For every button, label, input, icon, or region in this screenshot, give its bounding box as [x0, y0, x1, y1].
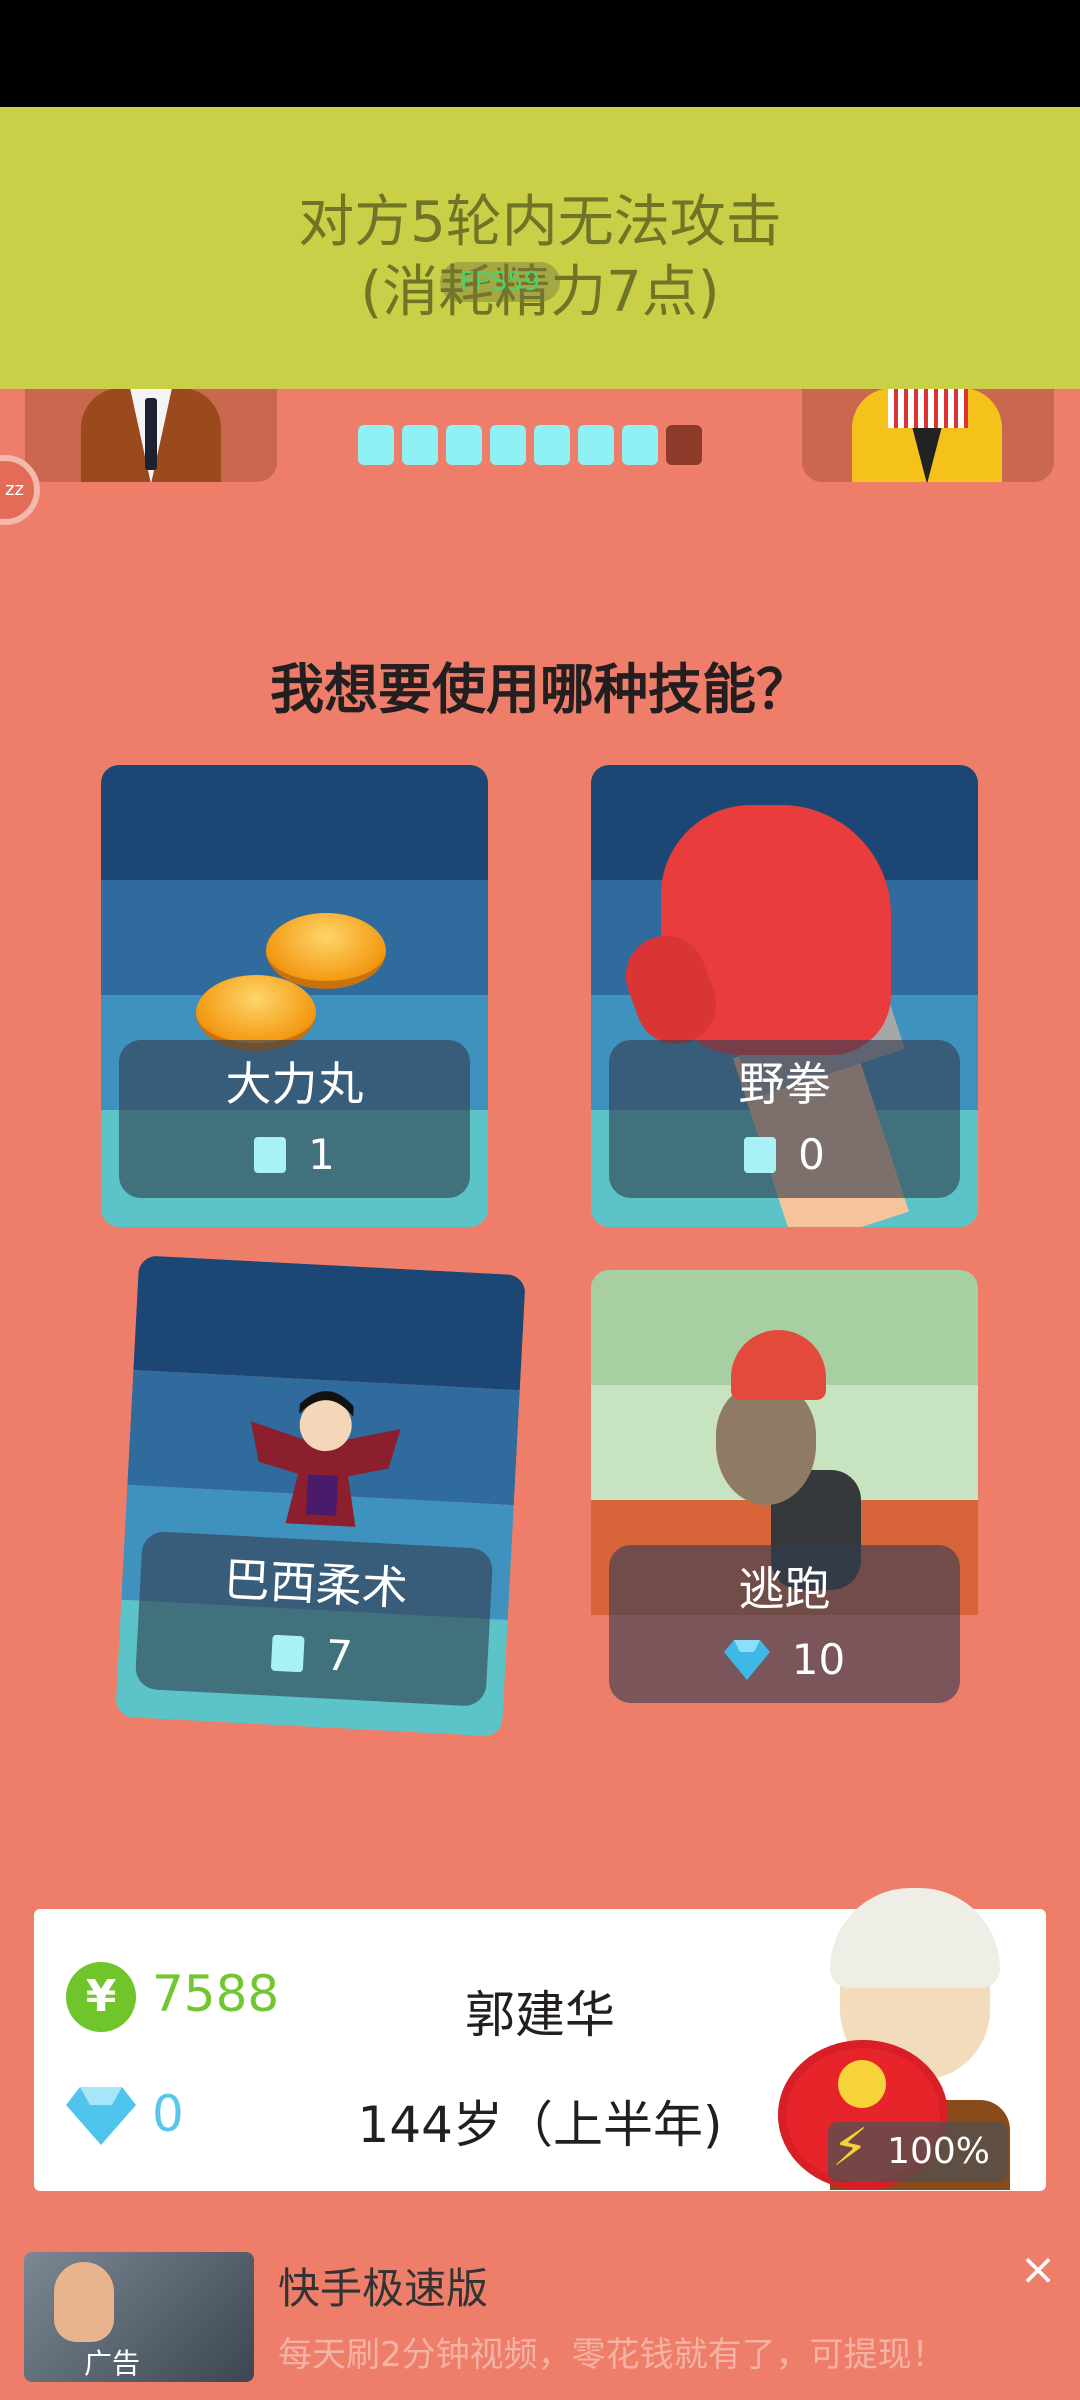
- skill-card-yequan[interactable]: 野拳 0: [591, 765, 978, 1227]
- coin-icon: ¥: [66, 1962, 136, 2032]
- round-pip: [490, 425, 526, 465]
- banner-text-line1: 对方5轮内无法攻击: [298, 190, 782, 255]
- diamond-icon: [723, 1639, 770, 1680]
- skill-name: 巴西柔术: [222, 1552, 410, 1616]
- square-icon: [744, 1136, 777, 1173]
- opponent-portrait-right: [802, 388, 1054, 482]
- skill-cost: 1: [308, 1130, 335, 1179]
- player-age: 144岁（上半年): [357, 2096, 723, 2154]
- fighter-icon: [250, 1391, 401, 1527]
- skill-name: 大力丸: [225, 1057, 364, 1111]
- round-pip: [446, 425, 482, 465]
- player-name: 郭建华: [465, 1986, 615, 2044]
- coins-value: 7588: [152, 1965, 280, 2023]
- skill-cost: 10: [791, 1635, 846, 1684]
- round-pip: [358, 425, 394, 465]
- player-avatar-hair: [830, 1888, 1000, 1988]
- round-pip: [578, 425, 614, 465]
- round-pip: [402, 425, 438, 465]
- skill-cost: 0: [798, 1130, 825, 1179]
- square-icon: [254, 1136, 287, 1173]
- skill-card-escape[interactable]: 逃跑 10: [591, 1270, 978, 1732]
- round-progress: [358, 425, 702, 465]
- round-pip-current: [666, 425, 702, 465]
- ad-badge: 广告: [84, 2347, 141, 2380]
- gems-value: 0: [152, 2085, 184, 2143]
- pill-icon: [266, 913, 386, 989]
- close-icon[interactable]: ×: [1018, 2248, 1058, 2292]
- lightning-icon: ⚡: [832, 2118, 869, 2178]
- skill-name: 逃跑: [738, 1562, 831, 1616]
- status-bar: [0, 0, 1080, 107]
- round-pip: [622, 425, 658, 465]
- skill-cost: 7: [324, 1630, 354, 1681]
- square-icon: [270, 1634, 305, 1672]
- gem-icon: [66, 2087, 136, 2145]
- ad-thumbnail[interactable]: 广告: [24, 2252, 254, 2382]
- fps-counter: FPS59: [440, 262, 560, 302]
- effect-banner: 对方5轮内无法攻击 (消耗精力7点) FPS59: [0, 107, 1080, 389]
- skill-card-dalwan[interactable]: 大力丸 1: [101, 765, 488, 1227]
- skill-name: 野拳: [738, 1057, 831, 1111]
- opponent-portrait-left: [25, 388, 277, 482]
- ad-description[interactable]: 每天刷2分钟视频，零花钱就有了，可提现！: [278, 2327, 946, 2376]
- ad-title[interactable]: 快手极速版: [278, 2255, 488, 2316]
- skill-card-jiujitsu[interactable]: 巴西柔术 7: [115, 1255, 526, 1737]
- skill-question: 我想要使用哪种技能？: [270, 658, 810, 721]
- round-pip: [534, 425, 570, 465]
